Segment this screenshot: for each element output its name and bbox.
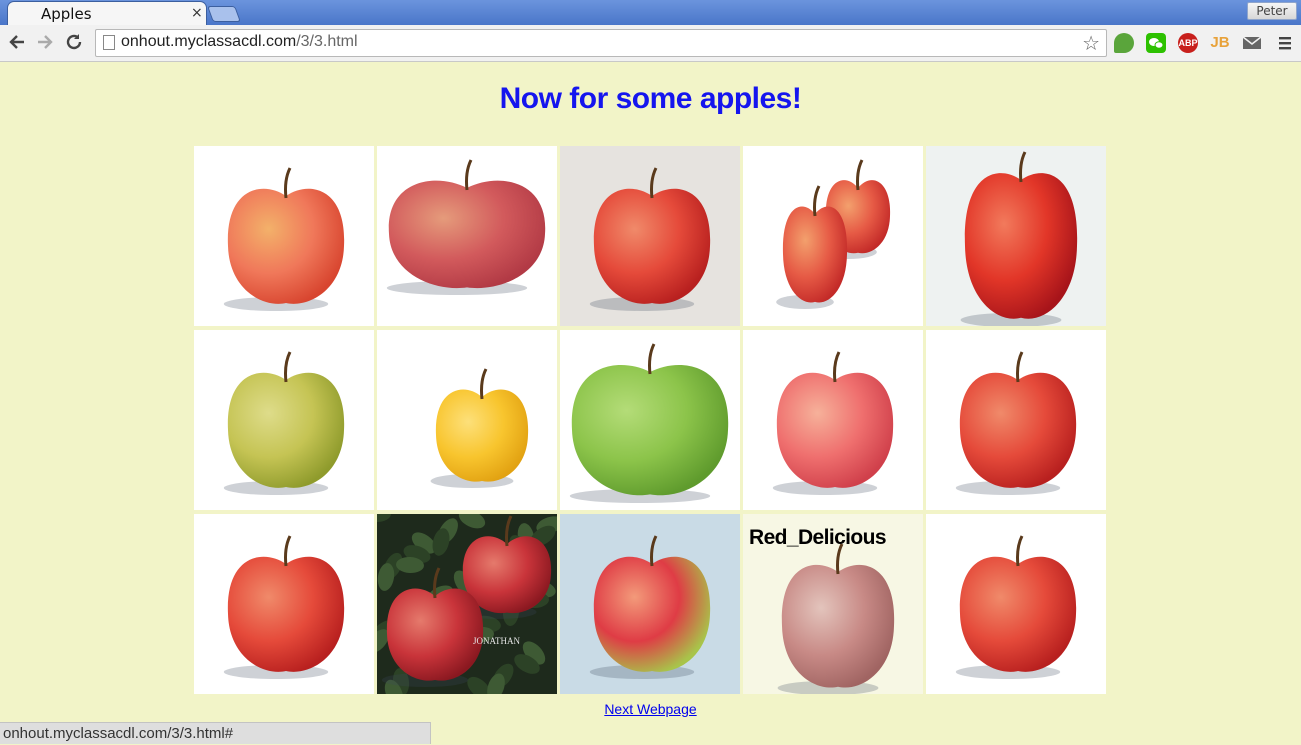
tab-close-icon[interactable]: × <box>191 5 203 21</box>
apple-1-image <box>194 146 374 326</box>
adblock-plus-icon[interactable]: ABP <box>1178 33 1198 53</box>
apple-3-image <box>560 146 740 326</box>
status-bar: onhout.myclassacdl.com/3/3.html# <box>0 722 431 744</box>
page-icon <box>103 35 115 50</box>
browser-toolbar: onhout.myclassacdl.com/3/3.html ☆ ABP JB <box>0 25 1301 62</box>
apple-6-image <box>194 330 374 510</box>
bookmark-star-icon[interactable]: ☆ <box>1082 31 1100 55</box>
forward-icon[interactable] <box>34 31 56 53</box>
profile-button[interactable]: Peter <box>1247 2 1297 20</box>
apple-12-image: JONATHAN <box>377 514 557 694</box>
tab-title: Apples <box>41 5 92 23</box>
apple-11-image <box>194 514 374 694</box>
wechat-icon[interactable] <box>1146 33 1166 53</box>
back-icon[interactable] <box>6 31 28 53</box>
tab-apples[interactable]: Apples × <box>8 2 206 25</box>
apple-7-image <box>377 330 557 510</box>
apple-2-image <box>377 146 557 326</box>
apple-gallery: JONATHAN Red_Delicious <box>194 146 1107 694</box>
menu-icon[interactable] <box>1275 33 1295 53</box>
apple-13-image <box>560 514 740 694</box>
apple-4-image <box>743 146 923 326</box>
url-text[interactable]: onhout.myclassacdl.com/3/3.html <box>121 33 358 51</box>
new-tab-button[interactable] <box>207 6 241 22</box>
tab-strip: Apples × Peter <box>0 0 1301 25</box>
apple-9-image <box>743 330 923 510</box>
image-alt-text: Red_Delicious <box>749 526 887 549</box>
apple-14-image: Red_Delicious <box>743 514 923 694</box>
reload-icon[interactable] <box>63 31 85 53</box>
apple-15-image <box>926 514 1106 694</box>
jonathan-caption: JONATHAN <box>473 636 521 646</box>
apple-8-image <box>560 330 740 510</box>
next-webpage-link[interactable]: Next Webpage <box>0 701 1301 717</box>
address-bar[interactable]: onhout.myclassacdl.com/3/3.html ☆ <box>95 29 1107 57</box>
evernote-icon[interactable] <box>1114 33 1134 53</box>
gmail-icon[interactable] <box>1242 33 1262 53</box>
jetbrains-icon[interactable]: JB <box>1210 33 1230 53</box>
page-title: Now for some apples! <box>499 82 802 115</box>
apple-10-image <box>926 330 1106 510</box>
apple-5-image <box>926 146 1106 326</box>
